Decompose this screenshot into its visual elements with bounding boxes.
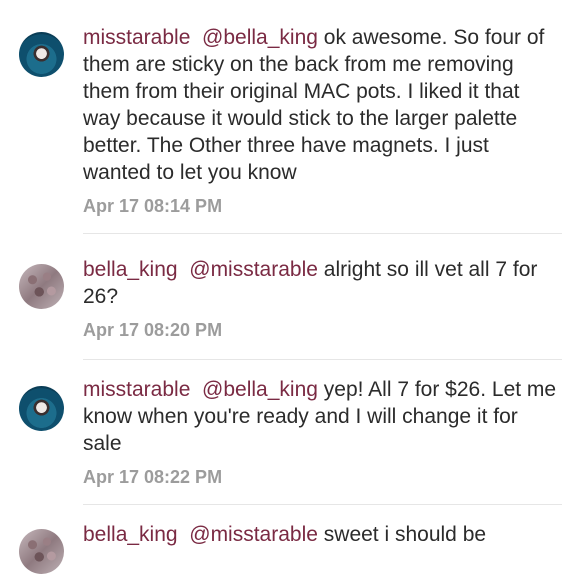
comment-item: misstarable @bella_king yep! All 7 for $… <box>0 360 580 488</box>
avatar[interactable] <box>19 264 64 309</box>
avatar[interactable] <box>19 386 64 431</box>
comment-body: sweet i should be <box>323 523 487 546</box>
comment-mention[interactable]: @bella_king <box>202 26 318 49</box>
comment-username[interactable]: bella_king <box>83 523 178 546</box>
comment-body: ok awesome. So four of them are sticky o… <box>83 26 545 184</box>
comment-thread: misstarable @bella_king ok awesome. So f… <box>0 0 580 574</box>
comment-text: misstarable @bella_king yep! All 7 for $… <box>83 376 562 457</box>
comment-item: bella_king @misstarable sweet i should b… <box>0 505 580 574</box>
comment-username[interactable]: bella_king <box>83 258 178 281</box>
comment-timestamp: Apr 17 08:20 PM <box>83 320 223 340</box>
avatar[interactable] <box>19 32 64 77</box>
comment-timestamp: Apr 17 08:14 PM <box>83 196 223 216</box>
comment-mention[interactable]: @bella_king <box>202 378 318 401</box>
comment-username[interactable]: misstarable <box>83 26 190 49</box>
avatar[interactable] <box>19 529 64 574</box>
comment-text: bella_king @misstarable alright so ill v… <box>83 256 562 310</box>
comment-mention[interactable]: @misstarable <box>189 523 318 546</box>
comment-item: misstarable @bella_king ok awesome. So f… <box>0 0 580 217</box>
comment-text: bella_king @misstarable sweet i should b… <box>83 521 562 548</box>
comment-username[interactable]: misstarable <box>83 378 190 401</box>
comment-text: misstarable @bella_king ok awesome. So f… <box>83 24 562 186</box>
comment-mention[interactable]: @misstarable <box>189 258 318 281</box>
comment-timestamp: Apr 17 08:22 PM <box>83 467 223 487</box>
comment-item: bella_king @misstarable alright so ill v… <box>0 234 580 341</box>
